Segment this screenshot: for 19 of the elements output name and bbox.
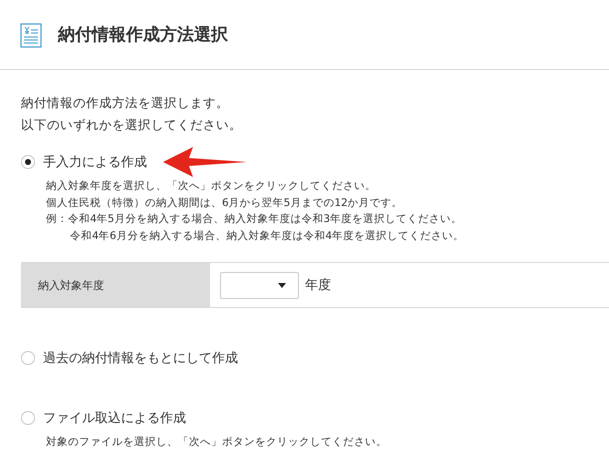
field-label: 納入対象年度 [21,263,210,307]
help-text: 納入対象年度を選択し、「次へ」ボタンをクリックしてください。 [46,180,376,192]
help-text: 対象のファイルを選択し、「次へ」ボタンをクリックしてください。 [46,436,387,448]
radio-button[interactable] [21,351,35,365]
help-text: 個人住民税（特徴）の納入期間は、6月から翌年5月までの12か月です。 [46,196,403,208]
intro-text: 以下のいずれかを選択してください。 [21,116,243,134]
help-text: 例：令和4年5月分を納入する場合、納入対象年度は令和3年度を選択してください。 [46,213,462,225]
radio-button[interactable] [21,411,35,425]
caret-icon [278,282,286,288]
radio-button[interactable] [21,155,35,169]
document-icon [20,22,42,48]
help-text: 令和4年6月分を納入する場合、納入対象年度は令和4年度を選択してください。 [70,230,464,242]
unit-label: 年度 [305,277,331,294]
option-label: ファイル取込による作成 [43,410,186,427]
year-dropdown[interactable] [220,272,299,298]
intro-text: 納付情報の作成方法を選択します。 [21,94,230,112]
option-label: 手入力による作成 [43,154,147,171]
page-title: 納付情報作成方法選択 [58,24,228,46]
option-label: 過去の納付情報をもとにして作成 [43,350,238,367]
